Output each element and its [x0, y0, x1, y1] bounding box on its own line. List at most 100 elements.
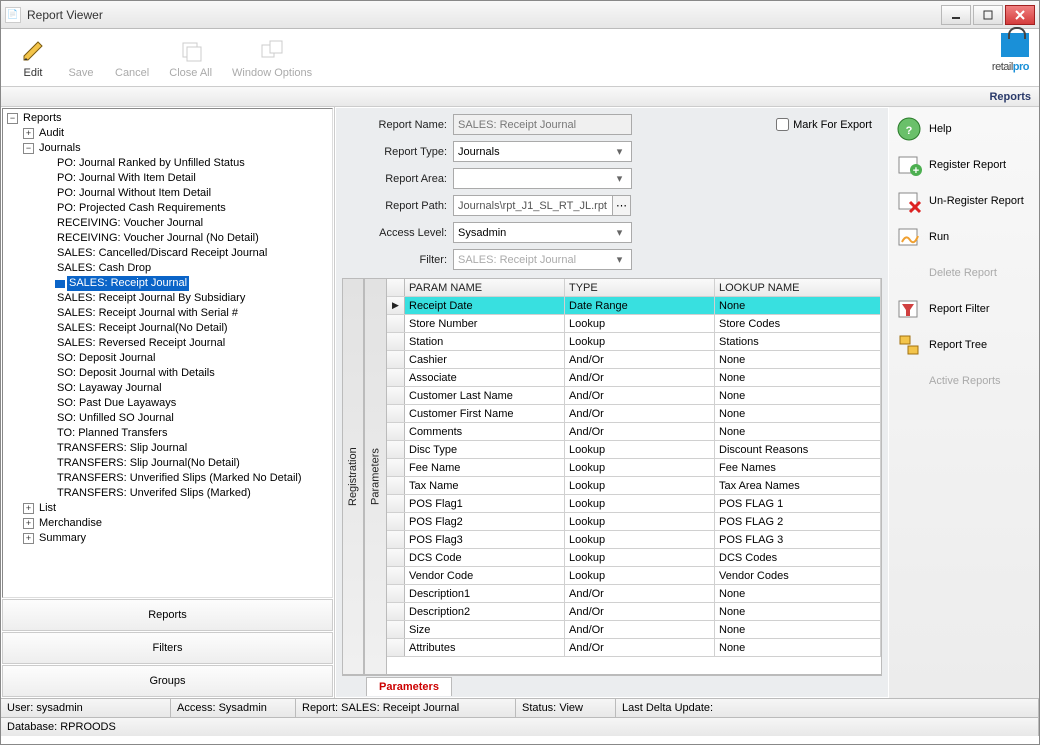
grid-row[interactable]: StationLookupStations [387, 333, 881, 351]
tree-item[interactable]: PO: Journal Without Item Detail [55, 186, 330, 201]
tree-item[interactable]: RECEIVING: Voucher Journal [55, 216, 330, 231]
report-type-label: Report Type: [342, 146, 447, 158]
chevron-down-icon: ▾ [612, 226, 627, 239]
nav-reports[interactable]: Reports [2, 599, 333, 631]
grid-row[interactable]: POS Flag2LookupPOS FLAG 2 [387, 513, 881, 531]
tree-item[interactable]: TRANSFERS: Slip Journal [55, 441, 330, 456]
vtab-registration[interactable]: Registration [342, 278, 364, 675]
report-path-input[interactable] [453, 195, 613, 216]
status-report: SALES: Receipt Journal [341, 702, 459, 714]
tree-item[interactable]: RECEIVING: Voucher Journal (No Detail) [55, 231, 330, 246]
tree-root[interactable]: −Reports [7, 111, 330, 126]
tree-item[interactable]: SO: Past Due Layaways [55, 396, 330, 411]
col-lookup[interactable]: LOOKUP NAME [715, 279, 881, 296]
closeall-button: Close All [159, 35, 222, 81]
vtab-parameters[interactable]: Parameters [364, 278, 386, 675]
grid-row[interactable]: Store NumberLookupStore Codes [387, 315, 881, 333]
help-action[interactable]: ?Help [893, 111, 1035, 147]
tree-item[interactable]: SO: Deposit Journal with Details [55, 366, 330, 381]
grid-row[interactable]: Description1And/OrNone [387, 585, 881, 603]
tree-item[interactable]: TRANSFERS: Slip Journal(No Detail) [55, 456, 330, 471]
tree-list[interactable]: +List [23, 501, 330, 516]
tree-item[interactable]: SO: Deposit Journal [55, 351, 330, 366]
tree-item[interactable]: SALES: Receipt Journal [55, 276, 330, 291]
unregister-action[interactable]: Un-Register Report [893, 183, 1035, 219]
tab-parameters[interactable]: Parameters [366, 677, 452, 696]
grid-row[interactable]: POS Flag3LookupPOS FLAG 3 [387, 531, 881, 549]
grid-row[interactable]: POS Flag1LookupPOS FLAG 1 [387, 495, 881, 513]
grid-row[interactable]: AttributesAnd/OrNone [387, 639, 881, 657]
tree-journals[interactable]: −Journals [23, 141, 330, 156]
register-action[interactable]: +Register Report [893, 147, 1035, 183]
toolbar: Edit Save Cancel Close All Window Option… [1, 29, 1039, 87]
col-param-name[interactable]: PARAM NAME [405, 279, 565, 296]
param-grid: PARAM NAME TYPE LOOKUP NAME Receipt Date… [386, 278, 882, 675]
grid-row[interactable]: Receipt DateDate RangeNone [387, 297, 881, 315]
save-label: Save [68, 67, 93, 79]
tree-item[interactable]: SALES: Receipt Journal By Subsidiary [55, 291, 330, 306]
closeall-icon [177, 37, 205, 65]
grid-row[interactable]: Tax NameLookupTax Area Names [387, 477, 881, 495]
grid-row[interactable]: Fee NameLookupFee Names [387, 459, 881, 477]
closeall-label: Close All [169, 67, 212, 79]
grid-row[interactable]: DCS CodeLookupDCS Codes [387, 549, 881, 567]
tree-audit[interactable]: +Audit [23, 126, 330, 141]
svg-text:+: + [913, 165, 919, 177]
tree-item[interactable]: SALES: Receipt Journal(No Detail) [55, 321, 330, 336]
tree-item[interactable]: SO: Unfilled SO Journal [55, 411, 330, 426]
tree-item[interactable]: SALES: Reversed Receipt Journal [55, 336, 330, 351]
report-tree[interactable]: −Reports+Audit−JournalsPO: Journal Ranke… [2, 108, 333, 598]
tree-item[interactable]: TRANSFERS: Unverified Slips (Marked No D… [55, 471, 330, 486]
mark-export-checkbox[interactable] [776, 118, 789, 131]
chevron-down-icon: ▾ [612, 253, 627, 266]
nav-filters[interactable]: Filters [2, 632, 333, 664]
grid-row[interactable]: Vendor CodeLookupVendor Codes [387, 567, 881, 585]
maximize-button[interactable] [973, 5, 1003, 25]
grid-row[interactable]: Disc TypeLookupDiscount Reasons [387, 441, 881, 459]
access-level-label: Access Level: [342, 227, 447, 239]
tree-summary[interactable]: +Summary [23, 531, 330, 546]
window-options-button: Window Options [222, 35, 322, 81]
delete-action: Delete Report [893, 255, 1035, 291]
run-action[interactable]: Run [893, 219, 1035, 255]
grid-row[interactable]: Customer First NameAnd/OrNone [387, 405, 881, 423]
unregister-icon [895, 187, 923, 215]
access-level-select[interactable]: Sysadmin▾ [453, 222, 632, 243]
tree-item[interactable]: TO: Planned Transfers [55, 426, 330, 441]
tree-item[interactable]: PO: Journal Ranked by Unfilled Status [55, 156, 330, 171]
pencil-icon [19, 37, 47, 65]
report-type-select[interactable]: Journals▾ [453, 141, 632, 162]
grid-row[interactable]: Customer Last NameAnd/OrNone [387, 387, 881, 405]
report-tree-action[interactable]: Report Tree [893, 327, 1035, 363]
report-filter-action[interactable]: Report Filter [893, 291, 1035, 327]
grid-row[interactable]: CommentsAnd/OrNone [387, 423, 881, 441]
tree-item[interactable]: TRANSFERS: Unverifed Slips (Marked) [55, 486, 330, 501]
grid-row[interactable]: AssociateAnd/OrNone [387, 369, 881, 387]
grid-row[interactable]: CashierAnd/OrNone [387, 351, 881, 369]
tree-icon [895, 331, 923, 359]
grid-body[interactable]: Receipt DateDate RangeNoneStore NumberLo… [387, 297, 881, 674]
close-button[interactable] [1005, 5, 1035, 25]
breadcrumb: Reports [1, 87, 1039, 107]
report-area-select[interactable]: ▾ [453, 168, 632, 189]
grid-row[interactable]: SizeAnd/OrNone [387, 621, 881, 639]
tree-item[interactable]: PO: Projected Cash Requirements [55, 201, 330, 216]
tree-item[interactable]: SO: Layaway Journal [55, 381, 330, 396]
nav-groups[interactable]: Groups [2, 665, 333, 697]
tree-merchandise[interactable]: +Merchandise [23, 516, 330, 531]
tree-item[interactable]: SALES: Receipt Journal with Serial # [55, 306, 330, 321]
col-type[interactable]: TYPE [565, 279, 715, 296]
save-button: Save [57, 35, 105, 81]
tree-item[interactable]: SALES: Cancelled/Discard Receipt Journal [55, 246, 330, 261]
left-panel: −Reports+Audit−JournalsPO: Journal Ranke… [1, 107, 335, 698]
filter-select[interactable]: SALES: Receipt Journal▾ [453, 249, 632, 270]
tree-item[interactable]: PO: Journal With Item Detail [55, 171, 330, 186]
browse-button[interactable]: ⋯ [613, 195, 631, 216]
status-status: View [559, 702, 583, 714]
minimize-button[interactable] [941, 5, 971, 25]
status-bar-2: Database: RPROODS [1, 717, 1039, 736]
tree-item[interactable]: SALES: Cash Drop [55, 261, 330, 276]
status-user: sysadmin [36, 702, 82, 714]
edit-button[interactable]: Edit [9, 35, 57, 81]
grid-row[interactable]: Description2And/OrNone [387, 603, 881, 621]
